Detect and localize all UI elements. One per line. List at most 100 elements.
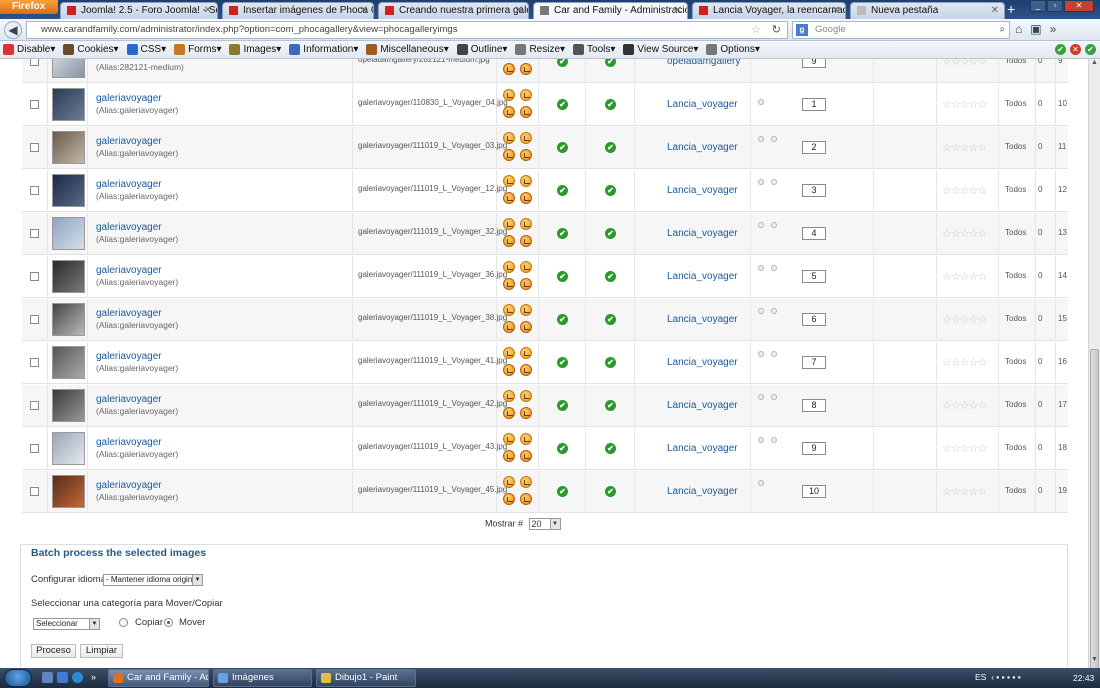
published-check-icon[interactable]: ✔ — [557, 59, 568, 67]
category-link[interactable]: opeladamgallery — [667, 59, 740, 67]
reload-icon[interactable]: ↻ — [772, 22, 781, 38]
image-thumbnail[interactable] — [52, 303, 85, 336]
browser-tab[interactable]: Car and Family - Administración ✕ — [533, 2, 688, 20]
recreate-thumbnail-icon[interactable] — [503, 321, 515, 333]
row-checkbox[interactable] — [30, 444, 39, 453]
google-icon[interactable]: g — [796, 24, 808, 36]
published-check-icon[interactable]: ✔ — [557, 357, 568, 368]
show-desktop-icon[interactable] — [42, 672, 53, 683]
delete-thumbnail-icon[interactable] — [520, 278, 532, 290]
category-link[interactable]: Lancia_voyager — [667, 486, 738, 497]
valid-css-icon[interactable]: ✔ — [1085, 44, 1096, 55]
close-tab-icon[interactable]: ✕ — [360, 3, 368, 18]
internet-explorer-icon[interactable] — [72, 672, 83, 683]
back-arrow-icon[interactable]: ◀ — [4, 21, 22, 39]
row-checkbox[interactable] — [30, 272, 39, 281]
order-input[interactable]: 1 — [802, 98, 826, 111]
image-title-link[interactable]: galeriavoyager — [96, 93, 162, 104]
image-thumbnail[interactable] — [52, 174, 85, 207]
language-select[interactable]: - Mantener idioma original - ▼ — [103, 574, 203, 586]
image-thumbnail[interactable] — [52, 475, 85, 508]
start-button[interactable] — [4, 669, 32, 687]
category-link[interactable]: Lancia_voyager — [667, 142, 738, 153]
maximize-icon[interactable]: ▫ — [1047, 0, 1063, 12]
toolbar-miscellaneous-menu[interactable]: Miscellaneous▾ — [366, 44, 449, 55]
approved-check-icon[interactable]: ✔ — [605, 142, 616, 153]
move-up-icon[interactable] — [758, 394, 764, 400]
explorer-icon[interactable] — [57, 672, 68, 683]
move-down-icon[interactable] — [771, 179, 777, 185]
clear-button[interactable]: Limpiar — [80, 644, 123, 658]
rotate-left-icon[interactable] — [503, 390, 515, 402]
move-down-icon[interactable] — [771, 222, 777, 228]
image-title-link[interactable]: galeriavoyager — [96, 480, 162, 491]
addon-icon[interactable]: ▣ — [1030, 22, 1041, 36]
image-title-link[interactable]: galeriavoyager — [96, 179, 162, 190]
rotate-right-icon[interactable] — [520, 218, 532, 230]
toolbar-forms-menu[interactable]: Forms▾ — [174, 44, 221, 55]
delete-thumbnail-icon[interactable] — [520, 149, 532, 161]
move-up-icon[interactable] — [758, 265, 764, 271]
process-button[interactable]: Proceso — [31, 644, 76, 658]
order-input[interactable]: 2 — [802, 141, 826, 154]
approved-check-icon[interactable]: ✔ — [605, 59, 616, 67]
delete-thumbnail-icon[interactable] — [520, 63, 532, 75]
order-input[interactable]: 7 — [802, 356, 826, 369]
row-checkbox[interactable] — [30, 358, 39, 367]
browser-tab[interactable]: Nueva pestaña ✕ — [850, 2, 1005, 19]
close-tab-icon[interactable]: ✕ — [674, 3, 682, 18]
recreate-thumbnail-icon[interactable] — [503, 278, 515, 290]
order-input[interactable]: 8 — [802, 399, 826, 412]
scroll-down-icon[interactable]: ▼ — [1089, 656, 1100, 667]
published-check-icon[interactable]: ✔ — [557, 443, 568, 454]
close-tab-icon[interactable]: ✕ — [204, 3, 212, 18]
published-check-icon[interactable]: ✔ — [557, 99, 568, 110]
rotate-right-icon[interactable] — [520, 476, 532, 488]
row-checkbox[interactable] — [30, 315, 39, 324]
order-input[interactable]: 10 — [802, 485, 826, 498]
close-tab-icon[interactable]: ✕ — [832, 3, 840, 18]
move-up-icon[interactable] — [758, 351, 764, 357]
move-up-icon[interactable] — [758, 308, 764, 314]
toolbar-resize-menu[interactable]: Resize▾ — [515, 44, 565, 55]
overflow-icon[interactable]: » — [91, 672, 102, 683]
category-select[interactable]: Seleccionar ▼ — [33, 618, 100, 630]
rotate-right-icon[interactable] — [520, 132, 532, 144]
published-check-icon[interactable]: ✔ — [557, 314, 568, 325]
new-tab-button[interactable]: + — [1007, 2, 1015, 17]
delete-thumbnail-icon[interactable] — [520, 106, 532, 118]
scrollbar-thumb[interactable] — [1090, 349, 1099, 679]
delete-thumbnail-icon[interactable] — [520, 192, 532, 204]
move-up-icon[interactable] — [758, 480, 764, 486]
approved-check-icon[interactable]: ✔ — [605, 400, 616, 411]
category-link[interactable]: Lancia_voyager — [667, 314, 738, 325]
move-up-icon[interactable] — [758, 179, 764, 185]
bookmark-star-icon[interactable]: ☆ — [751, 22, 761, 38]
delete-thumbnail-icon[interactable] — [520, 364, 532, 376]
image-title-link[interactable]: galeriavoyager — [96, 265, 162, 276]
rotate-left-icon[interactable] — [503, 218, 515, 230]
toolbar-images-menu[interactable]: Images▾ — [229, 44, 281, 55]
toolbar-information-menu[interactable]: Information▾ — [289, 44, 358, 55]
rotate-left-icon[interactable] — [503, 433, 515, 445]
move-down-icon[interactable] — [771, 437, 777, 443]
order-input[interactable]: 3 — [802, 184, 826, 197]
firefox-menu-button[interactable]: Firefox — [0, 0, 58, 14]
category-link[interactable]: Lancia_voyager — [667, 228, 738, 239]
order-input[interactable]: 9 — [802, 442, 826, 455]
image-title-link[interactable]: galeriavoyager — [96, 222, 162, 233]
tray-icons[interactable]: ‹ ▪ ▪ ▪ ▪ ▪ — [989, 672, 1021, 682]
order-input[interactable]: 6 — [802, 313, 826, 326]
order-input[interactable]: 4 — [802, 227, 826, 240]
taskbar-task[interactable]: Dibujo1 - Paint — [316, 669, 416, 687]
toolbar-disable-menu[interactable]: Disable▾ — [3, 44, 55, 55]
recreate-thumbnail-icon[interactable] — [503, 493, 515, 505]
approved-check-icon[interactable]: ✔ — [605, 314, 616, 325]
approved-check-icon[interactable]: ✔ — [605, 486, 616, 497]
valid-icon[interactable]: ✔ — [1055, 44, 1066, 55]
row-checkbox[interactable] — [30, 100, 39, 109]
rotate-left-icon[interactable] — [503, 175, 515, 187]
rotate-left-icon[interactable] — [503, 347, 515, 359]
order-input[interactable]: 9 — [802, 59, 826, 68]
move-up-icon[interactable] — [758, 222, 764, 228]
